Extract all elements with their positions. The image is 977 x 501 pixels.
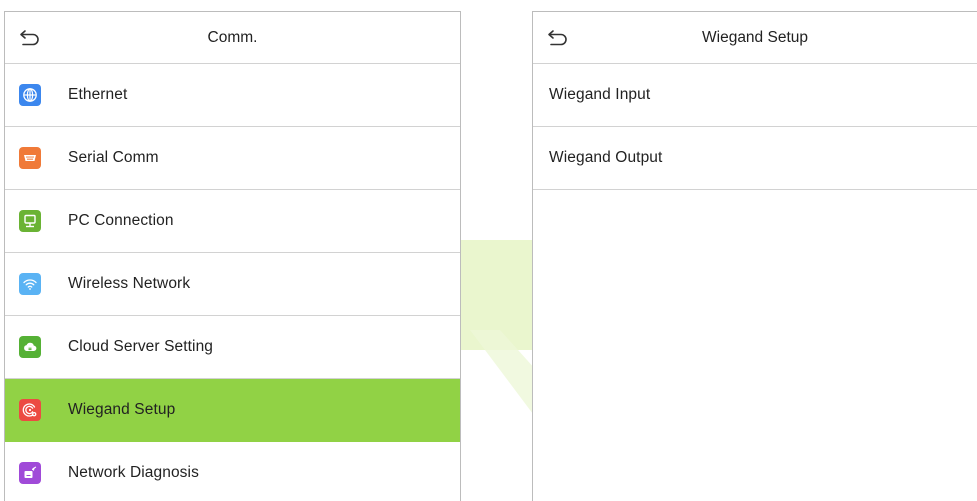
- menu-item-wiegand-output[interactable]: Wiegand Output: [533, 127, 977, 190]
- page-title: Comm.: [207, 29, 258, 46]
- menu-item-label: Wiegand Input: [549, 86, 651, 103]
- menu-item-label: Network Diagnosis: [68, 464, 199, 481]
- menu-item-label: Serial Comm: [68, 149, 159, 166]
- back-arrow-icon: [20, 30, 39, 46]
- menu-item-label: Cloud Server Setting: [68, 338, 214, 355]
- cloud-icon: [19, 336, 41, 358]
- menu-item-network-diagnosis[interactable]: Network Diagnosis: [5, 442, 460, 501]
- comm-header: Comm.: [5, 12, 460, 64]
- wifi-icon: [19, 273, 41, 295]
- menu-item-wiegand-setup[interactable]: Wiegand Setup: [5, 379, 460, 442]
- wiegand-icon: [19, 399, 41, 421]
- menu-item-label: Wireless Network: [68, 275, 191, 292]
- page-title: Wiegand Setup: [702, 29, 808, 46]
- menu-item-label: Ethernet: [68, 86, 128, 103]
- network-diagnosis-icon: [19, 462, 41, 484]
- back-button[interactable]: [545, 25, 571, 51]
- menu-item-label: Wiegand Setup: [68, 401, 176, 418]
- menu-item-label: PC Connection: [68, 212, 174, 229]
- menu-item-label: Wiegand Output: [549, 149, 663, 166]
- monitor-icon: [19, 210, 41, 232]
- back-button[interactable]: [17, 25, 43, 51]
- menu-item-cloud-server-setting[interactable]: Cloud Server Setting: [5, 316, 460, 379]
- menu-item-wireless-network[interactable]: Wireless Network: [5, 253, 460, 316]
- globe-icon: [19, 84, 41, 106]
- wiegand-setup-panel: Wiegand Setup Wiegand Input Wiegand Outp…: [532, 11, 977, 501]
- menu-item-wiegand-input[interactable]: Wiegand Input: [533, 64, 977, 127]
- menu-item-ethernet[interactable]: Ethernet: [5, 64, 460, 127]
- wiegand-header: Wiegand Setup: [533, 12, 977, 64]
- serial-port-icon: [19, 147, 41, 169]
- comm-menu-panel: Comm. Ethernet Serial Comm PC Connection…: [4, 11, 461, 501]
- menu-item-serial-comm[interactable]: Serial Comm: [5, 127, 460, 190]
- menu-item-pc-connection[interactable]: PC Connection: [5, 190, 460, 253]
- back-arrow-icon: [548, 30, 567, 46]
